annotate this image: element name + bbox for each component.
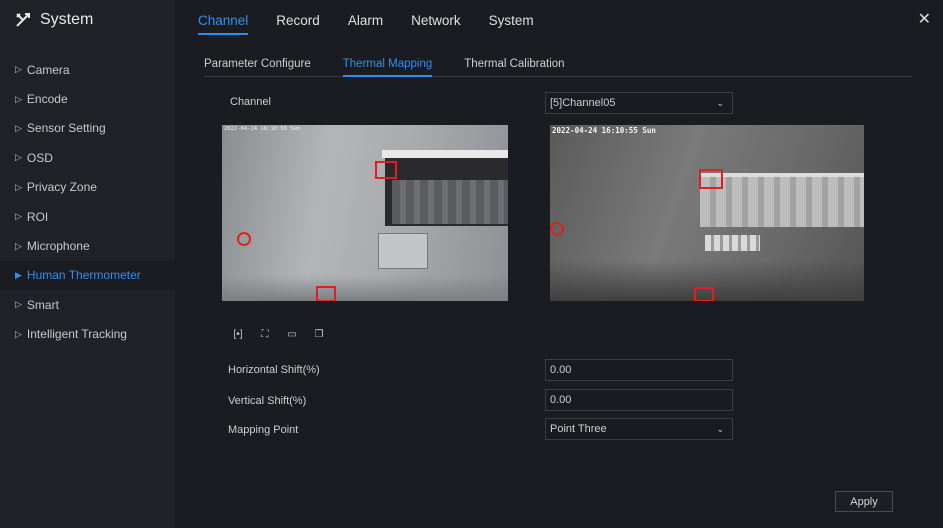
curtain xyxy=(700,177,864,227)
sidebar-item-sensor-setting[interactable]: ▷ Sensor Setting xyxy=(0,114,175,143)
sidebar-item-label: Human Thermometer xyxy=(26,268,141,283)
thermal-video-view[interactable]: 2022-04-24 16:10:55 Sun xyxy=(550,125,864,301)
visible-video-view[interactable]: 2022-04-24 16:10:56 Sun xyxy=(222,125,508,301)
arrow-right-icon: ▷ xyxy=(15,211,22,222)
mapping-point-select[interactable]: Point Three ⌄ xyxy=(545,418,733,440)
sidebar-item-label: ROI xyxy=(26,209,49,224)
panel-board xyxy=(378,233,428,269)
mapping-point-marker[interactable] xyxy=(316,286,336,301)
channel-label: Channel xyxy=(230,96,271,108)
subtab-thermal-calibration[interactable]: Thermal Calibration xyxy=(464,58,564,76)
sidebar-item-label: Smart xyxy=(26,297,59,312)
curtain-rail xyxy=(700,173,864,177)
curtain xyxy=(392,180,508,224)
fullscreen-icon[interactable]: ⛶ xyxy=(259,328,271,340)
top-nav: Channel Record Alarm Network System xyxy=(198,0,562,40)
sidebar-item-label: Sensor Setting xyxy=(26,121,106,136)
sidebar-item-encode[interactable]: ▷ Encode xyxy=(0,84,175,113)
tab-channel[interactable]: Channel xyxy=(198,0,249,40)
floor-shade xyxy=(222,275,508,301)
sidebar: System ▷ Camera ▷ Encode ▷ Sensor Setting ▷… xyxy=(0,0,175,528)
arrow-right-icon: ▷ xyxy=(15,64,22,75)
close-icon[interactable]: ✕ xyxy=(918,9,931,29)
panel-board xyxy=(705,235,760,251)
arrow-right-icon: ▷ xyxy=(15,122,22,133)
sidebar-item-privacy-zone[interactable]: ▷ Privacy Zone xyxy=(0,173,175,202)
video-toolbar: [•] ⛶ ▭ ❐ xyxy=(232,328,325,340)
arrow-right-filled-icon: ▶ xyxy=(15,269,22,280)
sidebar-item-label: Privacy Zone xyxy=(26,180,97,195)
arrow-right-icon: ▷ xyxy=(15,240,22,251)
mapping-point-marker[interactable] xyxy=(699,169,723,189)
mapping-point-marker[interactable] xyxy=(550,222,564,236)
mapping-point-marker[interactable] xyxy=(694,287,714,301)
mapping-point-value: Point Three xyxy=(550,423,607,435)
sidebar-item-osd[interactable]: ▷ OSD xyxy=(0,143,175,172)
video-timestamp: 2022-04-24 16:10:55 Sun xyxy=(552,126,656,135)
arrow-right-icon: ▷ xyxy=(15,152,22,163)
arrow-right-icon: ▷ xyxy=(15,328,22,339)
horizontal-shift-label: Horizontal Shift(%) xyxy=(228,364,320,376)
mapping-point-label: Mapping Point xyxy=(228,424,299,436)
sidebar-item-camera[interactable]: ▷ Camera xyxy=(0,55,175,84)
chevron-down-icon: ⌄ xyxy=(716,98,724,108)
sidebar-item-human-thermometer[interactable]: ▶ Human Thermometer xyxy=(0,260,175,291)
sidebar-item-label: OSD xyxy=(26,150,53,165)
window-icon[interactable]: ▭ xyxy=(286,328,298,340)
sidebar-item-microphone[interactable]: ▷ Microphone xyxy=(0,231,175,260)
channel-select[interactable]: [5]Channel05 ⌄ xyxy=(545,92,733,114)
subtab-thermal-mapping[interactable]: Thermal Mapping xyxy=(342,58,433,77)
app-title-text: System xyxy=(40,11,94,28)
tools-icon xyxy=(16,13,30,27)
sidebar-item-smart[interactable]: ▷ Smart xyxy=(0,290,175,319)
vertical-shift-label: Vertical Shift(%) xyxy=(228,395,307,407)
sidebar-item-label: Camera xyxy=(26,62,70,77)
channel-select-value: [5]Channel05 xyxy=(550,97,616,109)
mapping-point-marker[interactable] xyxy=(237,232,251,246)
mapping-point-marker[interactable] xyxy=(375,161,397,179)
copy-icon[interactable]: ❐ xyxy=(313,328,325,340)
app-title: System xyxy=(14,9,93,31)
ceiling-light xyxy=(382,150,508,158)
vertical-shift-value: 0.00 xyxy=(550,394,572,406)
sidebar-item-label: Microphone xyxy=(26,239,90,254)
sidebar-item-label: Encode xyxy=(26,92,68,107)
vertical-shift-input[interactable]: 0.00 xyxy=(545,389,733,411)
arrow-right-icon: ▷ xyxy=(15,93,22,104)
tab-record[interactable]: Record xyxy=(276,0,320,40)
sidebar-menu: ▷ Camera ▷ Encode ▷ Sensor Setting ▷ OSD ▷ Pr… xyxy=(0,55,175,349)
tab-system[interactable]: System xyxy=(489,0,534,40)
sub-tabs: Parameter Configure Thermal Mapping Ther… xyxy=(204,58,913,77)
video-timestamp: 2022-04-24 16:10:56 Sun xyxy=(224,126,301,132)
arrow-right-icon: ▷ xyxy=(15,299,22,310)
tab-alarm[interactable]: Alarm xyxy=(348,0,383,40)
fit-icon[interactable]: [•] xyxy=(232,328,244,340)
apply-button[interactable]: Apply xyxy=(835,491,893,512)
arrow-right-icon: ▷ xyxy=(15,181,22,192)
chevron-down-icon: ⌄ xyxy=(716,424,724,434)
horizontal-shift-value: 0.00 xyxy=(550,364,572,376)
sidebar-item-intelligent-tracking[interactable]: ▷ Intelligent Tracking xyxy=(0,320,175,349)
sidebar-item-roi[interactable]: ▷ ROI xyxy=(0,202,175,231)
subtab-parameter-configure[interactable]: Parameter Configure xyxy=(204,58,311,76)
tab-network[interactable]: Network xyxy=(411,0,461,40)
horizontal-shift-input[interactable]: 0.00 xyxy=(545,359,733,381)
sidebar-item-label: Intelligent Tracking xyxy=(26,327,127,342)
